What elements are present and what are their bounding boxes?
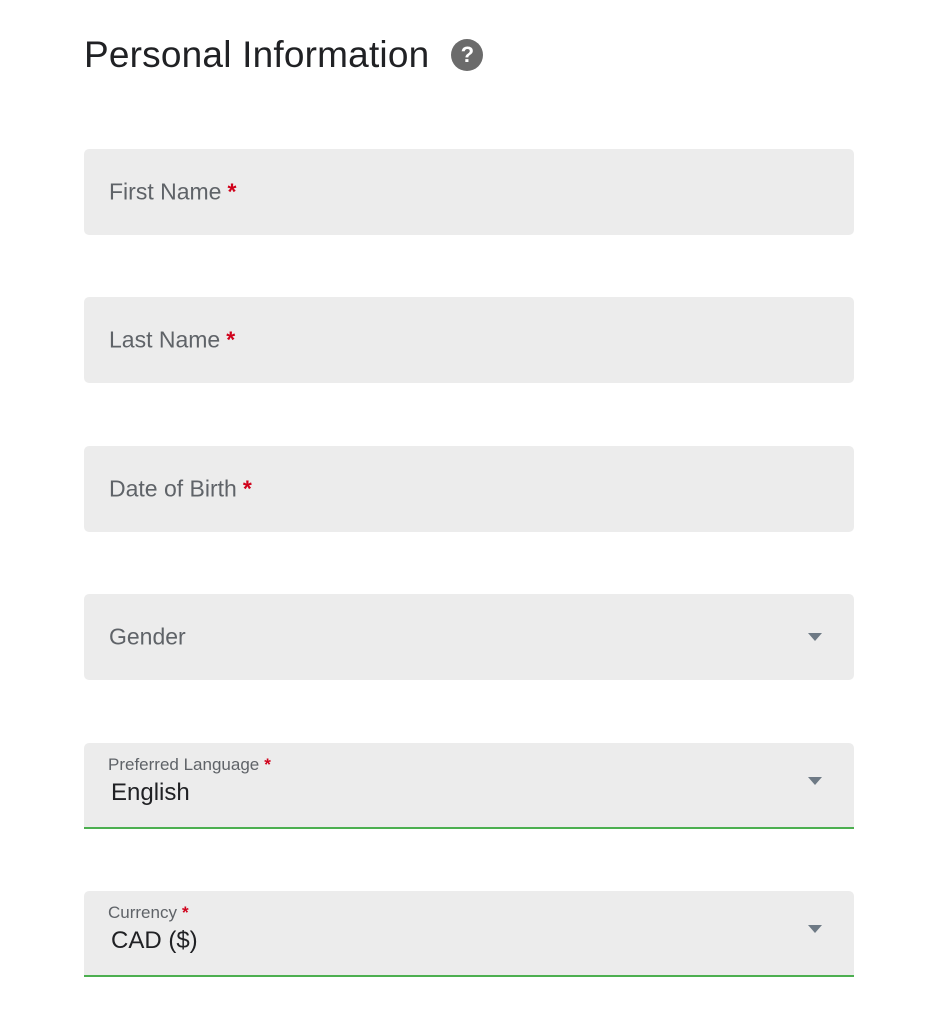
- first-name-field[interactable]: First Name *: [84, 149, 854, 235]
- gender-select[interactable]: Gender: [84, 594, 854, 680]
- currency-select[interactable]: Currency * CAD ($): [84, 891, 854, 977]
- required-marker: *: [227, 178, 237, 205]
- required-marker: *: [264, 755, 271, 774]
- section-header: Personal Information ?: [84, 30, 484, 80]
- dropdown-arrow-icon: [808, 777, 822, 785]
- date-of-birth-label: Date of Birth *: [109, 475, 252, 502]
- personal-information-page: Personal Information ? First Name * Last …: [0, 0, 948, 1024]
- date-of-birth-field[interactable]: Date of Birth *: [84, 446, 854, 532]
- help-icon[interactable]: ?: [451, 39, 484, 71]
- dropdown-arrow-icon: [808, 633, 822, 641]
- page-title: Personal Information: [84, 34, 430, 75]
- preferred-language-label: Preferred Language *: [108, 755, 271, 774]
- gender-label: Gender: [109, 623, 186, 650]
- last-name-field[interactable]: Last Name *: [84, 297, 854, 383]
- required-marker: *: [242, 475, 252, 502]
- last-name-label: Last Name *: [109, 326, 236, 353]
- first-name-label: First Name *: [109, 178, 237, 205]
- required-marker: *: [226, 326, 236, 353]
- dropdown-arrow-icon: [808, 925, 822, 933]
- preferred-language-value: English: [111, 779, 190, 806]
- required-marker: *: [181, 903, 189, 922]
- currency-label: Currency *: [108, 903, 189, 922]
- preferred-language-select[interactable]: Preferred Language * English: [84, 743, 854, 829]
- currency-value: CAD ($): [111, 927, 198, 954]
